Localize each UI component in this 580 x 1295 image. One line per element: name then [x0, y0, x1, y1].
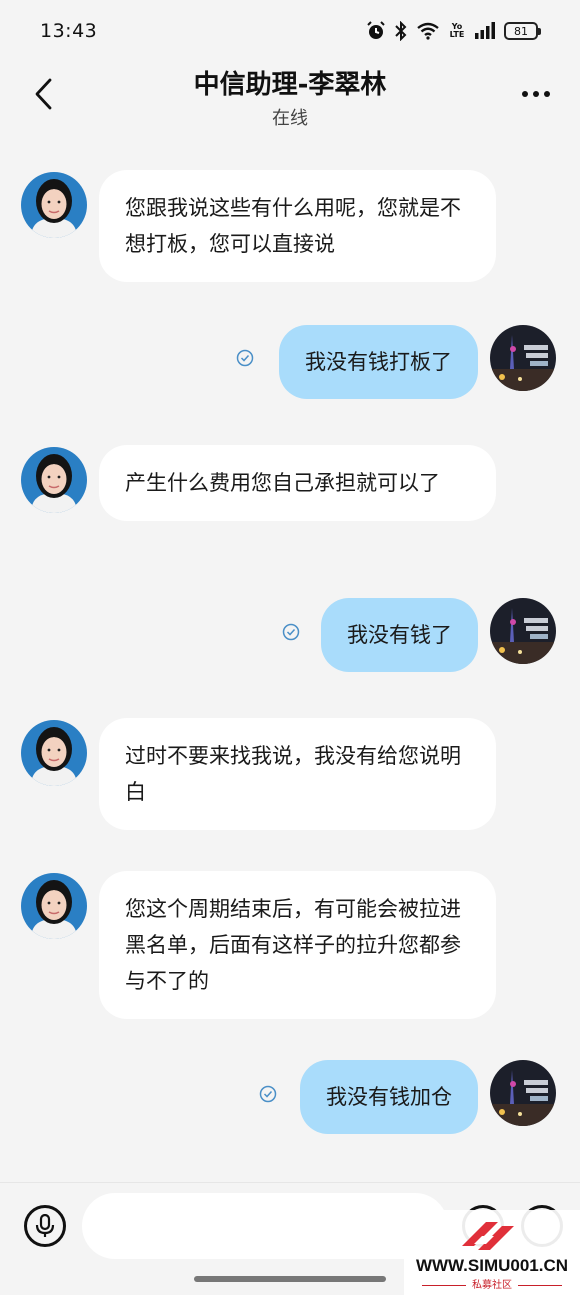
- chat-title: 中信助理-李翠林: [193, 70, 387, 100]
- message-input[interactable]: [82, 1193, 448, 1259]
- network-bottom: LTE: [449, 30, 465, 39]
- network-type: Yo LTE: [448, 23, 466, 39]
- message-bubble[interactable]: 产生什么费用您自己承担就可以了: [99, 445, 496, 521]
- read-check-icon: [236, 349, 254, 367]
- more-button[interactable]: [516, 76, 556, 112]
- user-avatar[interactable]: [490, 598, 556, 664]
- watermark: WWW.SIMU001.CN 私募社区: [404, 1210, 580, 1295]
- message-bubble[interactable]: 您这个周期结束后，有可能会被拉进黑名单，后面有这样子的拉升您都参与不了的: [99, 871, 496, 1019]
- message-bubble[interactable]: 您跟我说这些有什么用呢，您就是不想打板，您可以直接说: [99, 170, 496, 282]
- message-list[interactable]: 您跟我说这些有什么用呢，您就是不想打板，您可以直接说 我没有钱打板了 产生什么费…: [0, 150, 580, 1180]
- alarm-icon: [367, 21, 385, 39]
- watermark-site: WWW.SIMU001.CN: [415, 1256, 569, 1275]
- read-check-icon: [259, 1085, 277, 1103]
- status-icons: Yo LTE 81: [366, 21, 541, 41]
- more-icon-dot: [533, 91, 539, 97]
- home-indicator[interactable]: [194, 1276, 386, 1282]
- user-avatar[interactable]: [490, 325, 556, 391]
- signal-icon: [475, 22, 495, 39]
- status-bar: 13:43 Yo LTE 81: [0, 0, 580, 62]
- battery-level: 81: [514, 24, 528, 38]
- read-check-icon: [282, 623, 300, 641]
- more-icon-dot: [544, 91, 550, 97]
- online-status: 在线: [272, 108, 308, 129]
- chat-header: 中信助理-李翠林 在线: [0, 62, 580, 142]
- voice-icon: [35, 1214, 55, 1237]
- contact-avatar[interactable]: [21, 172, 87, 238]
- wifi-icon: [417, 22, 439, 40]
- watermark-logo-icon: [462, 1222, 514, 1250]
- contact-avatar[interactable]: [21, 873, 87, 939]
- voice-button[interactable]: [24, 1205, 66, 1247]
- message-bubble[interactable]: 我没有钱了: [321, 598, 478, 672]
- message-bubble[interactable]: 我没有钱打板了: [279, 325, 478, 399]
- bluetooth-icon: [395, 21, 407, 41]
- contact-avatar[interactable]: [21, 447, 87, 513]
- watermark-sub: 私募社区: [404, 1276, 580, 1291]
- contact-avatar[interactable]: [21, 720, 87, 786]
- message-bubble[interactable]: 我没有钱加仓: [300, 1060, 478, 1134]
- user-avatar[interactable]: [490, 1060, 556, 1126]
- battery-icon: 81: [504, 22, 541, 40]
- message-bubble[interactable]: 过时不要来找我说，我没有给您说明白: [99, 718, 496, 830]
- more-icon-dot: [522, 91, 528, 97]
- status-time: 13:43: [40, 20, 98, 42]
